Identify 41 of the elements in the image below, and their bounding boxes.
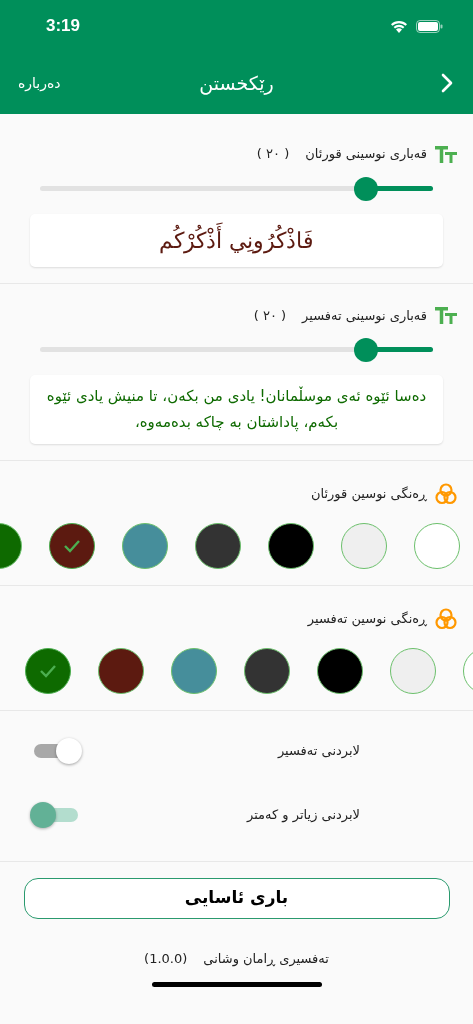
app-name: تەفسیری ڕامان وشانی xyxy=(203,949,329,968)
slider[interactable] xyxy=(40,337,433,363)
screen-title: رێکخستن xyxy=(199,70,274,97)
color-swatch[interactable] xyxy=(414,522,460,569)
color-swatch[interactable] xyxy=(171,647,217,694)
circles-icon xyxy=(435,482,457,505)
circles-icon xyxy=(435,607,457,630)
preview-text: دەسا ئێوە ئەی موسڵمانان! یادی من بکەن، تا منیش یادی ئێوە بکەم، پاداشتان بە چاکە بدەمەوە، xyxy=(30,375,443,444)
reset-button[interactable]: باری ئاسایی xyxy=(23,877,450,919)
font-size-label: قەباری نوسینی تەفسیر xyxy=(302,306,427,325)
color-label: ڕەنگی نوسین قورئان xyxy=(310,484,427,504)
color-swatch[interactable] xyxy=(244,647,290,694)
font-size-value: ( ٢٠ ) xyxy=(253,306,287,325)
toggle-label: لابردنی زیاتر و کەمتر xyxy=(247,805,360,825)
check-icon xyxy=(39,663,57,678)
app-version: (1.0.0) xyxy=(144,949,188,968)
slider-thumb[interactable] xyxy=(354,176,379,201)
about-link[interactable]: دەربارە xyxy=(18,72,61,94)
text-size-icon xyxy=(435,144,457,163)
color-swatch[interactable] xyxy=(390,647,436,694)
color-swatch[interactable] xyxy=(317,647,363,694)
preview-text: فَاذْكُرُونِي أَذْكُرْكُم xyxy=(30,213,443,267)
font-size-value: ( ٢٠ ) xyxy=(256,145,290,163)
check-icon xyxy=(63,538,81,553)
slider-thumb[interactable] xyxy=(354,338,379,362)
color-swatch[interactable] xyxy=(341,522,387,569)
color-label: ڕەنگی نوسین تەفسیر xyxy=(307,609,427,629)
battery-icon xyxy=(416,19,443,33)
color-swatch[interactable] xyxy=(268,522,314,569)
wifi-icon xyxy=(390,19,408,33)
font-size-label: قەباری نوسینی قورئان xyxy=(305,145,427,164)
slider[interactable] xyxy=(40,175,433,202)
toggle-label: لابردنی تەفسیر xyxy=(277,741,360,761)
back-chevron-icon[interactable] xyxy=(441,73,453,93)
text-size-icon xyxy=(435,306,457,325)
status-time: 3:19 xyxy=(46,15,81,38)
color-swatch[interactable] xyxy=(25,647,71,694)
color-swatch[interactable] xyxy=(195,522,241,569)
color-swatch[interactable] xyxy=(49,522,95,569)
color-swatch[interactable] xyxy=(98,647,144,694)
color-swatch[interactable] xyxy=(122,522,168,569)
